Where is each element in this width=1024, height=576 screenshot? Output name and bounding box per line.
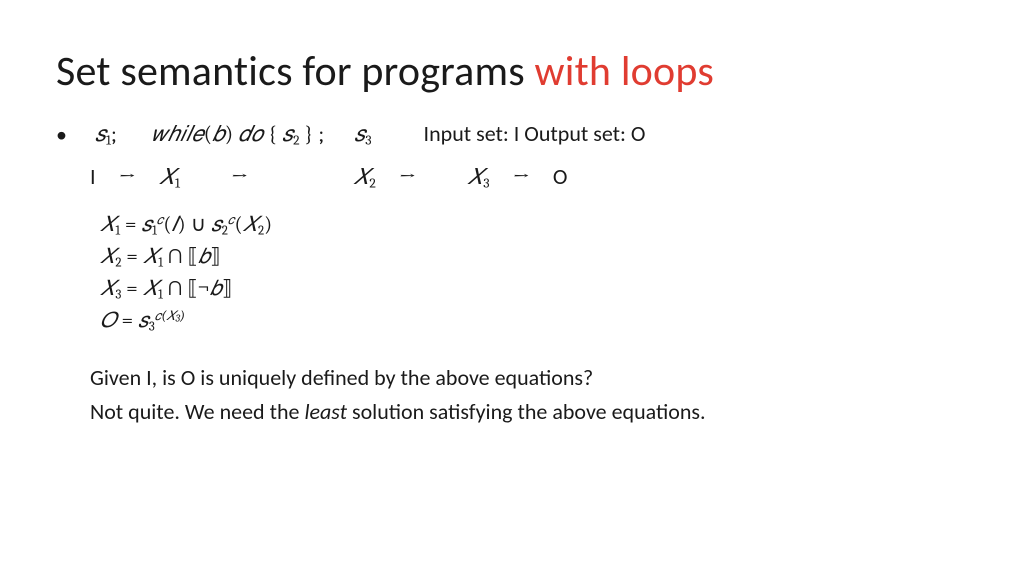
eq-4: 𝑂 = 𝑠3𝑐(𝑋3) [100,305,968,337]
equations: 𝑋1 = 𝑠1𝑐(𝐼) ∪ 𝑠2𝑐(𝑋2) 𝑋2 = 𝑋1 ∩ ⟦𝑏⟧ 𝑋3 =… [100,209,968,337]
eq-3: 𝑋3 = 𝑋1 ∩ ⟦¬𝑏⟧ [100,273,968,305]
io-label: Input set: I Output set: O [424,120,646,147]
title-emphasis: with loops [535,46,715,97]
title-main: Set semantics for programs [56,46,535,97]
eq-1: 𝑋1 = 𝑠1𝑐(𝐼) ∪ 𝑠2𝑐(𝑋2) [100,209,968,241]
eq-2: 𝑋2 = 𝑋1 ∩ ⟦𝑏⟧ [100,241,968,273]
program-text: 𝑠1; 𝑤ℎ𝑖𝑙𝑒(𝑏) 𝑑𝑜 { 𝑠2 } ; 𝑠3 [95,120,372,148]
answer-line: Not quite. We need the least solution sa… [90,398,968,427]
question-line: Given I, is O is uniquely defined by the… [90,364,968,393]
program-line: • 𝑠1; 𝑤ℎ𝑖𝑙𝑒(𝑏) 𝑑𝑜 { 𝑠2 } ; 𝑠3 Input set:… [56,120,968,148]
slide-title: Set semantics for programs with loops [56,48,968,96]
flow-diagram: I → 𝑋1 → 𝑋2 → 𝑋3 → O [90,163,968,191]
slide: Set semantics for programs with loops • … [0,0,1024,576]
bullet-icon: • [56,124,67,146]
